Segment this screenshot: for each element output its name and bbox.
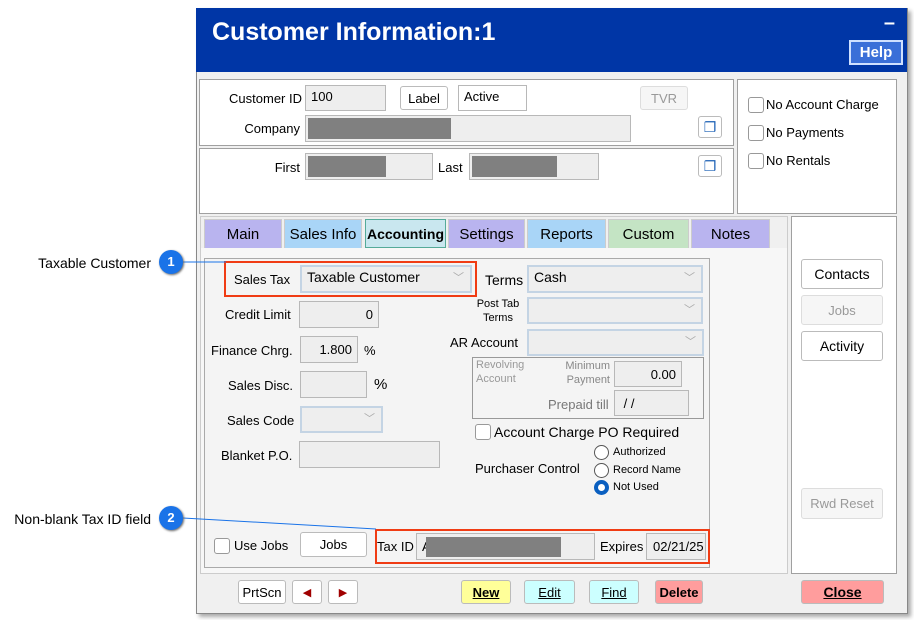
callout-line-2: [182, 517, 377, 530]
callout-lines: [182, 261, 377, 530]
callout-1-badge: 1: [159, 250, 183, 274]
callout-2-text: Non-blank Tax ID field: [14, 511, 151, 527]
callout-2-badge: 2: [159, 506, 183, 530]
callout-1-text: Taxable Customer: [38, 255, 151, 271]
